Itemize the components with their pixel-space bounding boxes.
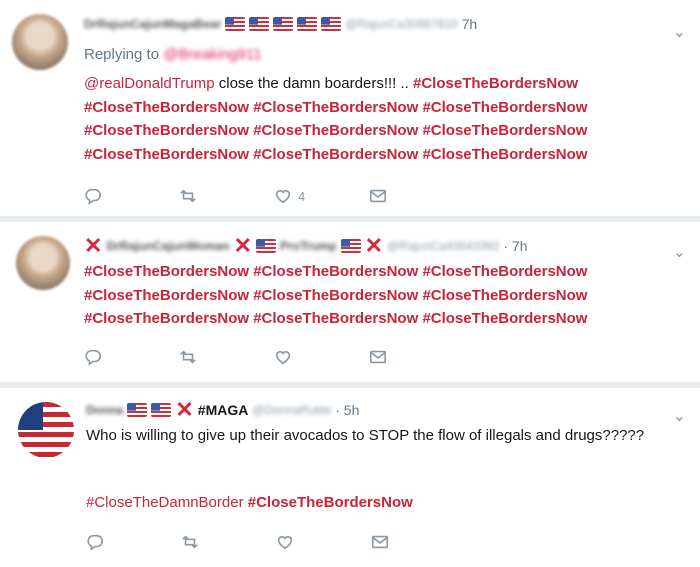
reply-button[interactable] <box>84 348 179 366</box>
message-icon <box>369 350 387 364</box>
retweet-button[interactable] <box>179 187 274 205</box>
reply-button[interactable] <box>86 533 181 551</box>
hashtag-link[interactable]: #CloseTheBordersNow <box>84 263 249 280</box>
us-flag-icon <box>340 239 361 253</box>
timestamp[interactable]: 7h <box>462 16 478 32</box>
hashtag-link[interactable]: #CloseTheBordersNow <box>422 310 587 327</box>
message-icon <box>371 535 389 549</box>
tweet-actions: 4 <box>84 187 464 205</box>
us-flag-icon <box>297 17 318 31</box>
reply-button[interactable] <box>84 187 179 205</box>
hashtag-link[interactable]: #CloseTheBordersNow <box>253 122 418 139</box>
tweet-hashtags: #CloseTheDamnBorder #CloseTheBordersNow <box>86 491 646 515</box>
like-icon <box>275 351 291 365</box>
hashtag-link[interactable]: #CloseTheBordersNow <box>84 146 249 163</box>
reply-icon <box>87 534 103 551</box>
avatar[interactable] <box>12 14 68 70</box>
display-name-suffix: ProTrump <box>280 239 337 253</box>
reply-icon <box>85 349 101 366</box>
handle[interactable]: @RajunCa30887810 <box>345 17 457 31</box>
avatar[interactable] <box>16 236 70 290</box>
replying-to: Replying to @Breaking911 <box>84 46 262 63</box>
display-name[interactable]: DrRajunCajunMagaBear <box>84 17 221 31</box>
chevron-down-icon[interactable]: ⌄ <box>673 242 686 262</box>
message-button[interactable] <box>371 533 466 551</box>
hashtag-link[interactable]: #CloseTheBordersNow <box>422 287 587 304</box>
hashtag-link[interactable]: #CloseTheBordersNow <box>253 99 418 116</box>
hashtag-link[interactable]: #CloseTheBordersNow <box>248 494 413 511</box>
chevron-down-icon[interactable]: ⌄ <box>673 22 686 42</box>
hashtag-link[interactable]: #CloseTheBordersNow <box>422 263 587 280</box>
maga-tag: #MAGA <box>197 402 249 418</box>
x-mark-icon: ✕ <box>175 397 194 422</box>
tweet-2[interactable]: ✕ DrRajunCajunWoman ✕ ProTrump ✕ @RajunC… <box>0 222 700 382</box>
tweet-3[interactable]: Donna ✕ #MAGA @DonnaRuble · 5h ⌄ Who is … <box>0 388 700 567</box>
us-flag-icon <box>127 403 148 417</box>
us-flag-icon <box>151 403 172 417</box>
retweet-button[interactable] <box>181 533 276 551</box>
x-mark-icon: ✕ <box>364 233 384 258</box>
handle[interactable]: @RajunCa43643392 <box>387 239 499 253</box>
mention-link[interactable]: @realDonaldTrump <box>84 75 215 92</box>
hashtag-link[interactable]: #CloseTheBordersNow <box>253 287 418 304</box>
hashtag-link[interactable]: #CloseTheBordersNow <box>422 99 587 116</box>
hashtag-link[interactable]: #CloseTheDamnBorder <box>86 494 244 511</box>
hashtag-link[interactable]: #CloseTheBordersNow <box>422 146 587 163</box>
tweet-text: Who is willing to give up their avocados… <box>86 427 645 444</box>
display-name[interactable]: Donna <box>86 403 123 417</box>
tweet-text: #CloseTheBordersNow #CloseTheBordersNow … <box>84 260 684 331</box>
us-flag-icon <box>273 17 294 31</box>
like-count: 4 <box>298 188 306 204</box>
tweet-actions <box>84 348 464 366</box>
us-flag-icon <box>321 17 342 31</box>
handle[interactable]: @DonnaRuble <box>252 403 331 417</box>
x-mark-icon: ✕ <box>84 233 103 258</box>
timestamp[interactable]: · 5h <box>335 402 359 418</box>
timestamp[interactable]: · 7h <box>503 238 527 254</box>
x-mark-icon: ✕ <box>233 233 252 258</box>
retweet-icon <box>180 189 196 203</box>
message-button[interactable] <box>369 348 464 366</box>
hashtag-link[interactable]: #CloseTheBordersNow <box>422 122 587 139</box>
hashtag-link[interactable]: #CloseTheBordersNow <box>253 263 418 280</box>
like-button[interactable] <box>274 348 369 366</box>
like-button[interactable]: 4 <box>274 187 369 205</box>
hashtag-link[interactable]: #CloseTheBordersNow <box>84 287 249 304</box>
hashtag-link[interactable]: #CloseTheBordersNow <box>253 310 418 327</box>
hashtag-link[interactable]: #CloseTheBordersNow <box>413 75 578 92</box>
reply-icon <box>85 188 101 205</box>
hashtag-link[interactable]: #CloseTheBordersNow <box>84 122 249 139</box>
chevron-down-icon[interactable]: ⌄ <box>673 406 686 426</box>
us-flag-icon <box>256 239 276 253</box>
message-icon <box>369 189 387 203</box>
tweet-actions <box>86 533 466 551</box>
like-icon <box>277 536 293 550</box>
like-button[interactable] <box>276 533 371 551</box>
avatar[interactable] <box>18 402 74 458</box>
reply-target-link[interactable]: @Breaking911 <box>163 46 261 63</box>
us-flag-icon <box>249 17 270 31</box>
tweet-header: ✕ DrRajunCajunWoman ✕ ProTrump ✕ @RajunC… <box>84 233 528 258</box>
us-flag-icon <box>225 17 246 31</box>
hashtag-link[interactable]: #CloseTheBordersNow <box>84 99 249 116</box>
hashtag-link[interactable]: #CloseTheBordersNow <box>253 146 418 163</box>
tweet-1[interactable]: DrRajunCajunMagaBear @RajunCa30887810 7h… <box>0 0 700 216</box>
message-button[interactable] <box>369 187 464 205</box>
retweet-button[interactable] <box>179 348 274 366</box>
tweet-header: Donna ✕ #MAGA @DonnaRuble · 5h <box>86 397 359 422</box>
tweet-text: @realDonaldTrump close the damn boarders… <box>84 75 588 163</box>
hashtag-link[interactable]: #CloseTheBordersNow <box>84 310 249 327</box>
tweet-header: DrRajunCajunMagaBear @RajunCa30887810 7h <box>84 16 477 32</box>
retweet-icon <box>182 535 198 549</box>
display-name[interactable]: DrRajunCajunWoman <box>106 239 229 253</box>
like-icon <box>275 190 291 204</box>
retweet-icon <box>180 350 196 364</box>
